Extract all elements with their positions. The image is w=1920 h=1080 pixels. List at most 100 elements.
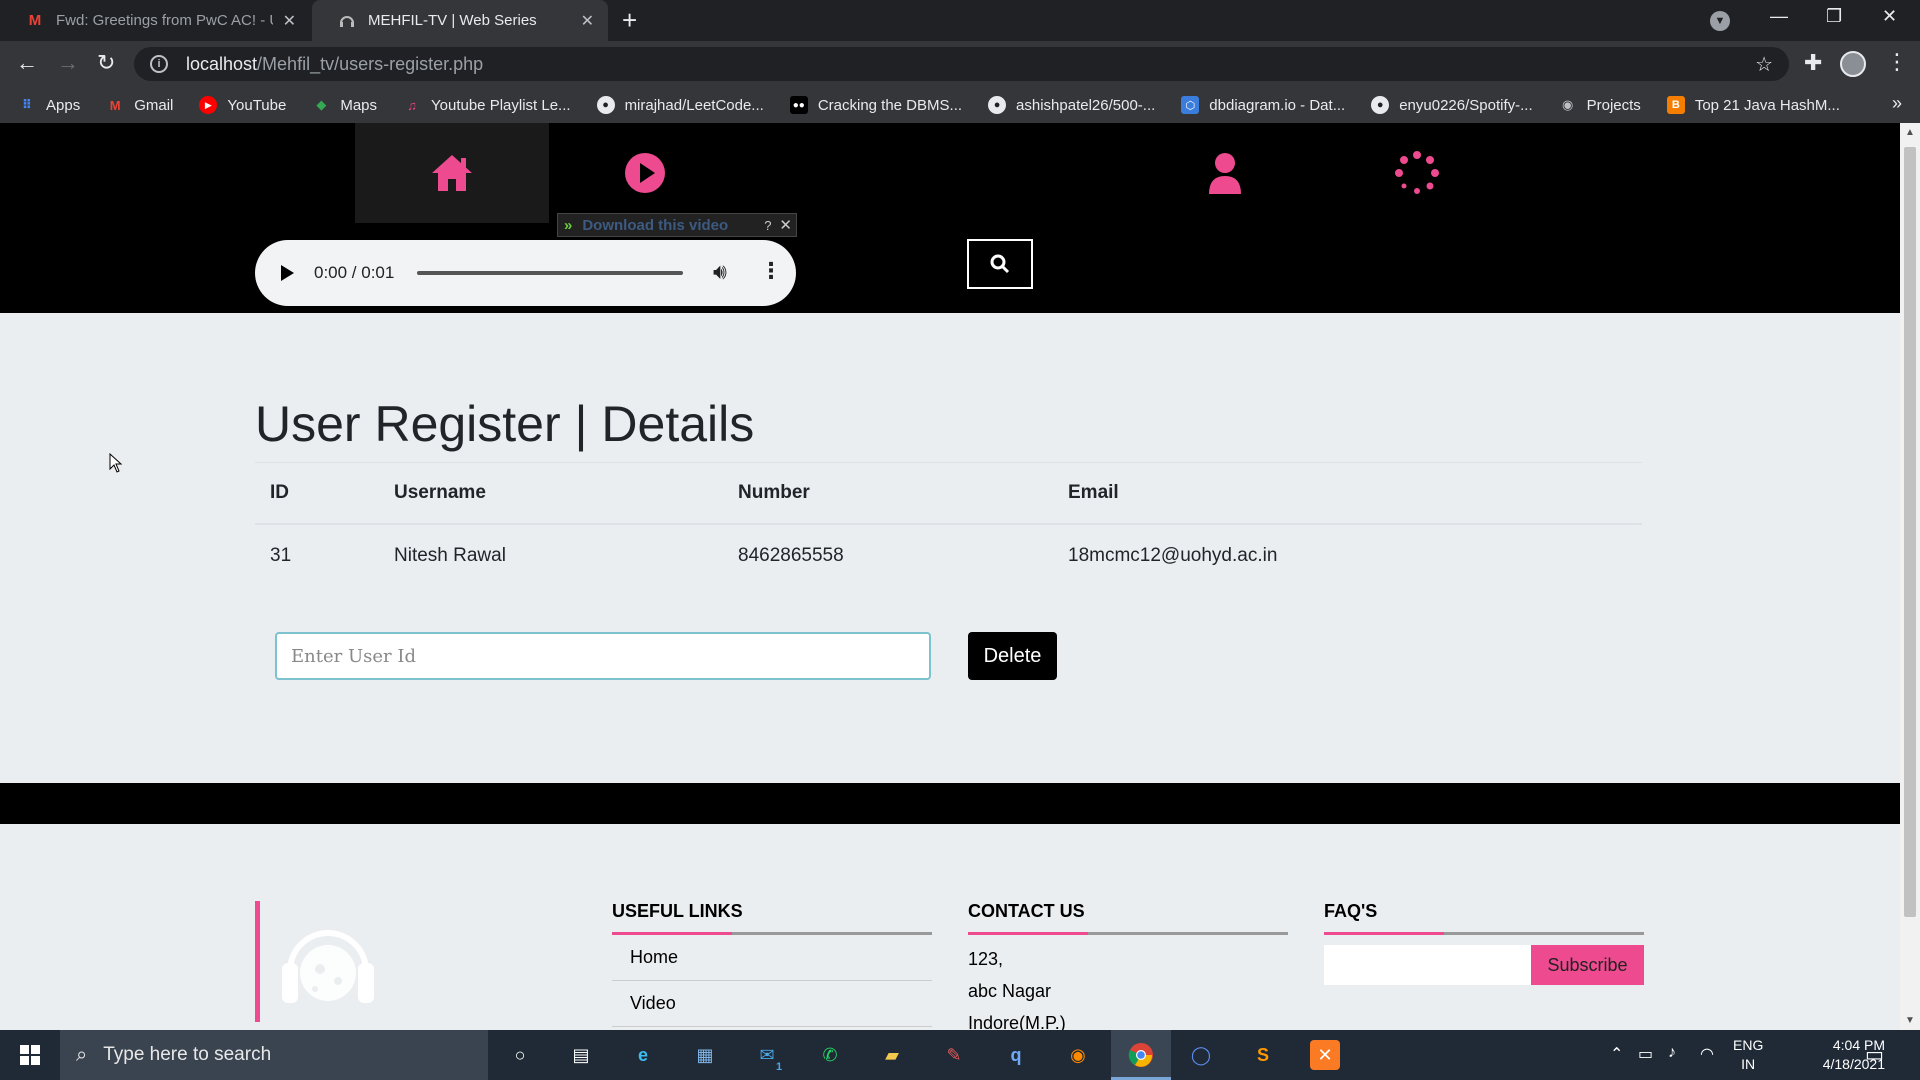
taskbar-search-box[interactable]: ⌕ Type here to search [60,1030,488,1080]
footer-link-video[interactable]: Video [612,981,932,1027]
signal-icon[interactable]: ◯ [1186,1040,1216,1070]
nav-loader[interactable] [1320,123,1514,223]
bookmark-gmail[interactable]: M Gmail [106,96,174,114]
audio-progress-track[interactable] [417,271,683,275]
bookmark-spotify[interactable]: ● enyu0226/Spotify-... [1371,96,1533,114]
youtube-icon: ▶ [199,96,218,114]
column-header-username: Username [394,481,486,503]
url-path: /Mehfil_tv/users-register.php [257,53,484,74]
footer-useful-links: USEFUL LINKS Home Video [612,901,932,1027]
user-id-input[interactable] [275,632,931,680]
forward-arrow-icon[interactable]: → [57,50,79,76]
extensions-puzzle-icon[interactable]: ✚ [1804,50,1822,76]
browser-menu-icon[interactable]: ⋮ [1886,49,1908,75]
browser-tab-gmail[interactable]: M Fwd: Greetings from PwC AC! - U ✕ [0,0,310,41]
notification-center-icon[interactable]: ▭ [1865,1042,1884,1067]
scrollbar-thumb[interactable] [1904,147,1916,917]
start-button[interactable] [0,1030,60,1080]
profile-avatar[interactable] [1840,51,1866,77]
cell-email: 18mcmc12@uohyd.ac.in [1068,544,1278,566]
cortana-icon[interactable]: ○ [505,1040,535,1070]
faq-heading: FAQ'S [1324,901,1378,921]
footer-link-home[interactable]: Home [612,935,932,981]
qbittorrent-icon[interactable]: q [1001,1040,1031,1070]
wifi-icon[interactable]: ◠ [1700,1044,1714,1064]
bookmark-youtube[interactable]: ▶ YouTube [199,96,286,114]
input-language[interactable]: ENG IN [1733,1036,1763,1074]
mail-icon[interactable]: ✉ 1 [752,1040,786,1074]
bookmark-label: Projects [1586,96,1641,114]
minimize-icon[interactable]: — [1770,6,1788,27]
firefox-icon[interactable]: ◉ [1063,1040,1093,1070]
bookmark-maps[interactable]: ◆ Maps [312,96,377,114]
back-arrow-icon[interactable]: ← [16,50,38,76]
bookmark-dbdiagram[interactable]: ⬡ dbdiagram.io - Dat... [1181,96,1345,114]
bookmark-dbms[interactable]: ●● Cracking the DBMS... [789,96,962,114]
heading-underline [612,932,932,935]
close-tab-icon[interactable]: ✕ [581,11,594,31]
more-bookmarks-icon[interactable]: » [1892,93,1902,114]
restore-icon[interactable]: ❐ [1826,6,1842,27]
paint-icon[interactable]: ✎ [939,1040,969,1070]
bookmark-ashishpatel[interactable]: ● ashishpatel26/500-... [988,96,1155,114]
bookmark-apps[interactable]: ⠿ Apps [18,96,80,114]
help-icon[interactable]: ? [764,218,771,233]
bookmark-label: Apps [46,96,81,114]
scroll-down-icon[interactable]: ▼ [1905,1015,1915,1026]
contact-heading: CONTACT US [968,901,1085,921]
heading-underline [1324,932,1644,935]
play-icon[interactable] [281,265,294,281]
site-logo [255,901,405,1022]
search-icon [990,254,1010,274]
globe-icon: ◉ [1561,97,1574,112]
show-hidden-icons[interactable]: ⌃ [1610,1044,1623,1064]
edge-icon[interactable]: e [628,1040,658,1070]
scroll-up-icon[interactable]: ▲ [1905,127,1915,138]
window-close-icon[interactable]: ✕ [1882,6,1897,27]
new-tab-button[interactable]: + [622,7,637,33]
page-scrollbar[interactable]: ▲ ▼ [1900,123,1920,1030]
battery-icon[interactable]: ▭ [1638,1044,1653,1064]
bookmark-youtube-playlist[interactable]: ♫ Youtube Playlist Le... [403,96,570,114]
task-view-icon[interactable]: ▤ [566,1040,596,1070]
windows-taskbar: ⌕ Type here to search ○ ▤ e ▦ ✉ 1 ✆ ▰ ✎ q… [0,1030,1920,1080]
bookmark-star-icon[interactable]: ☆ [1755,52,1773,77]
whatsapp-icon[interactable]: ✆ [815,1040,845,1070]
browser-tab-mehfil[interactable]: MEHFIL-TV | Web Series ✕ [312,0,608,41]
bookmark-java-hashmap[interactable]: B Top 21 Java HashM... [1666,96,1840,114]
search-icon: ⌕ [76,1043,88,1066]
reload-icon[interactable]: ↻ [97,50,115,76]
bookmark-label: YouTube [227,96,287,114]
xampp-icon[interactable]: ✕ [1310,1040,1340,1070]
nav-video[interactable] [548,123,742,223]
bookmark-leetcode[interactable]: ● mirajhad/LeetCode... [596,96,764,114]
browser-toolbar: ← → ↻ i localhost/Mehfil_tv/users-regist… [0,41,1920,87]
close-download-bar-icon[interactable]: ✕ [779,216,792,234]
search-button[interactable] [967,239,1033,289]
chrome-icon[interactable] [1126,1040,1156,1070]
tab-search-icon[interactable]: ▼ [1710,11,1730,31]
close-tab-icon[interactable]: ✕ [283,11,296,31]
nav-home[interactable] [355,123,549,223]
mail-badge: 1 [772,1060,786,1074]
download-video-bar[interactable]: » Download this video ? ✕ [557,213,797,237]
delete-button[interactable]: Delete [968,632,1057,680]
double-chevron-icon: » [564,216,573,234]
volume-icon[interactable]: 🔊︎ [713,259,727,285]
bookmark-projects[interactable]: ◉ Projects [1559,96,1641,114]
file-explorer-icon[interactable]: ▰ [877,1040,907,1070]
page-title: User Register | Details [255,396,755,452]
store-icon[interactable]: ▦ [690,1040,720,1070]
spinner-icon [1395,151,1439,194]
language-code: ENG [1733,1037,1764,1053]
newsletter-email-input[interactable] [1324,945,1531,985]
nav-user[interactable] [1128,123,1322,223]
page-viewport: » Download this video ? ✕ 0:00 / 0:01 🔊︎… [0,123,1900,1030]
address-bar[interactable]: i localhost/Mehfil_tv/users-register.php… [134,47,1789,81]
site-info-icon[interactable]: i [150,55,168,73]
sublime-text-icon[interactable]: S [1248,1040,1278,1070]
subscribe-button[interactable]: Subscribe [1531,945,1644,985]
audio-time: 0:00 / 0:01 [314,263,395,282]
speaker-icon[interactable]: ♪ [1668,1044,1676,1062]
audio-options-icon[interactable]: ⋮ [760,258,782,284]
